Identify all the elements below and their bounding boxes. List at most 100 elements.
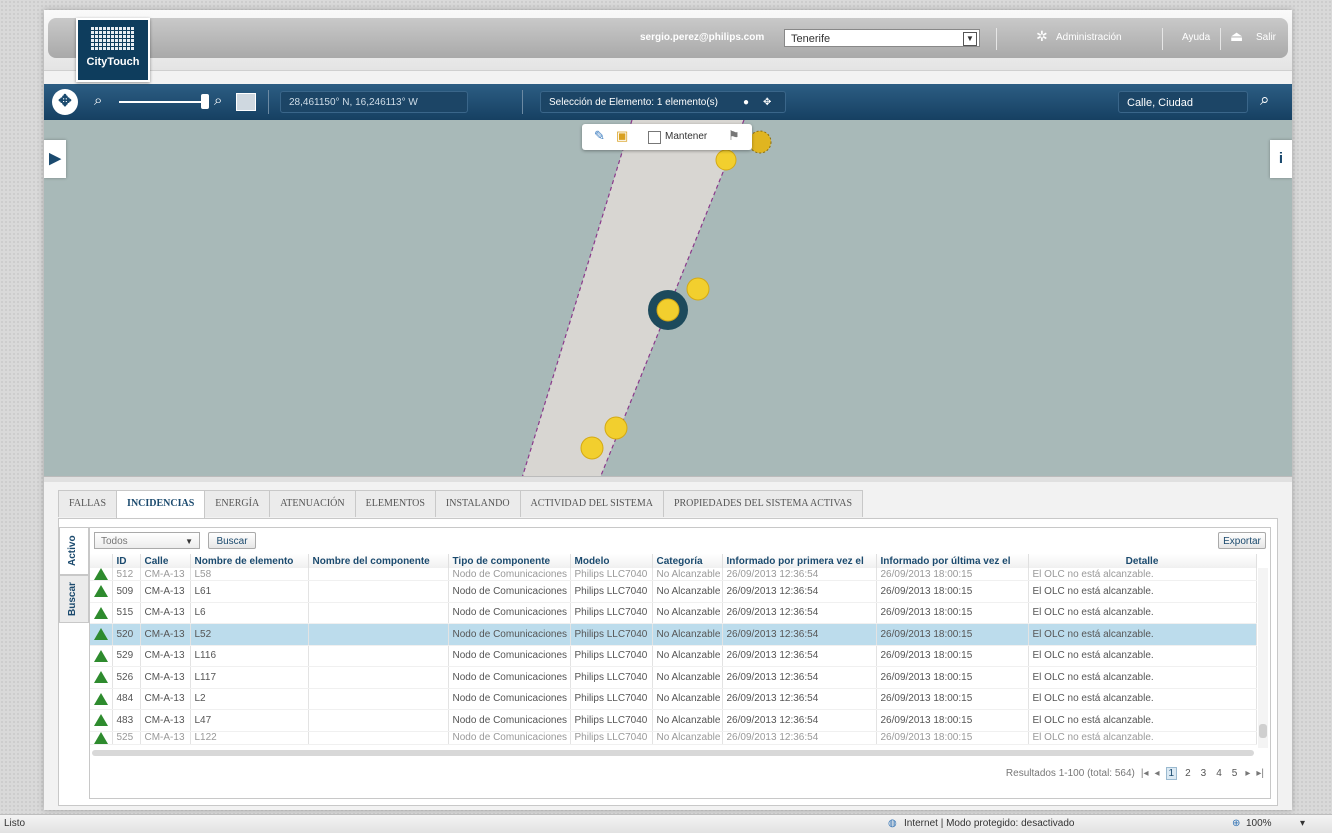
table-cell: 26/09/2013 18:00:15 [876,623,1029,646]
expand-left-panel-button[interactable]: ▶ [44,140,66,178]
zoom-out-icon[interactable]: ⌕ [94,92,102,109]
luminaire-marker[interactable] [686,277,710,301]
map-canvas[interactable]: ▶ i ✎ ▣ Mantener ⚑ [44,120,1292,478]
page-2[interactable]: 2 [1183,768,1193,779]
table-body: 512 CM-A-13 L58 Nodo de Comunicaciones Phili… [90,568,1257,745]
info-panel-button[interactable]: i [1270,140,1292,178]
vertical-scrollbar[interactable] [1258,568,1268,748]
tab-atenuacion[interactable]: ATENUACIÓN [269,490,356,517]
col-header-ultima-vez[interactable]: Informado por última vez el [876,554,1029,568]
export-button[interactable]: Exportar [1218,532,1266,549]
col-header-calle[interactable]: Calle [140,554,191,568]
status-text: Listo [4,818,26,829]
warning-icon [94,731,108,743]
zoom-slider[interactable] [119,101,201,103]
zoom-slider-handle[interactable] [201,94,209,109]
luminaire-marker[interactable] [715,149,737,171]
prev-page-icon[interactable]: ◂ [1155,768,1160,779]
table-cell [308,623,449,646]
table-row[interactable]: 483 CM-A-13 L47 Nodo de Comunicaciones Phili… [90,709,1257,732]
filter-select[interactable]: Todos ▼ [94,532,200,549]
page-1[interactable]: 1 [1165,766,1178,780]
status-icon-cell [90,645,113,667]
security-zone[interactable]: Internet | Modo protegido: desactivado [904,818,1074,829]
zoom-in-icon[interactable]: ⌕ [214,92,222,109]
luminaire-marker[interactable] [604,416,628,440]
table-cell: No Alcanzable [652,709,723,732]
table-cell: CM-A-13 [140,568,191,581]
table-row[interactable]: 529 CM-A-13 L116 Nodo de Comunicaciones Phil… [90,645,1257,667]
admin-link[interactable]: Administración [1056,32,1122,43]
selection-move-icon[interactable]: ✥ [763,92,771,114]
scrollbar-thumb[interactable] [1259,724,1267,738]
col-header-id[interactable]: ID [112,554,141,568]
table-cell: Nodo de Comunicaciones [448,731,571,745]
table-cell [308,731,449,745]
tab-propiedades-del-sistema[interactable]: PROPIEDADES DEL SISTEMA ACTIVAS [662,490,864,517]
last-page-icon[interactable]: ▸| [1256,768,1264,779]
table-row[interactable]: 509 CM-A-13 L61 Nodo de Comunicaciones Phili… [90,580,1257,603]
page-3[interactable]: 3 [1199,768,1209,779]
horizontal-scrollbar[interactable] [92,750,1254,756]
tab-fallas[interactable]: FALLAS [58,490,118,517]
tab-actividad-del-sistema[interactable]: ACTIVIDAD DEL SISTEMA [519,490,664,517]
selection-dot-icon[interactable]: ● [743,92,749,114]
area-select-icon[interactable]: ▣ [616,128,628,144]
table-cell: 512 [112,568,141,581]
map-layer-icon[interactable] [236,93,256,111]
luminaire-marker[interactable] [580,436,604,460]
zoom-level[interactable]: 100% [1246,818,1272,829]
tab-incidencias[interactable]: INCIDENCIAS [116,490,206,518]
help-link[interactable]: Ayuda [1182,32,1210,43]
col-header-categoria[interactable]: Categoría [652,554,723,568]
page-4[interactable]: 4 [1214,768,1224,779]
table-cell: El OLC no está alcanzable. [1028,666,1257,689]
logout-icon[interactable]: ⏏ [1230,28,1243,45]
page-5[interactable]: 5 [1230,768,1240,779]
flag-icon[interactable]: ⚑ [728,128,740,144]
table-cell: L58 [190,568,309,581]
status-icon-cell [90,623,113,646]
table-row[interactable]: 526 CM-A-13 L117 Nodo de Comunicaciones Phil… [90,666,1257,689]
pan-control-icon[interactable]: ✥ [52,89,78,115]
address-search-input[interactable]: Calle, Ciudad [1118,91,1248,113]
col-header-primera-vez[interactable]: Informado por primera vez el [722,554,877,568]
table-cell: Philips LLC7040 [570,688,653,710]
side-tab-activo[interactable]: Activo [59,527,89,575]
table-cell: Nodo de Comunicaciones [448,623,571,646]
chevron-down-icon[interactable]: ▼ [963,32,977,46]
table-cell: 529 [112,645,141,667]
map-svg [521,120,772,478]
table-row[interactable]: 515 CM-A-13 L6 Nodo de Comunicaciones Philip… [90,602,1257,624]
citytouch-logo[interactable]: CityTouch [76,18,150,82]
table-cell: No Alcanzable [652,645,723,667]
keep-checkbox[interactable] [648,131,661,144]
selected-luminaire-marker[interactable] [656,298,680,322]
tab-elementos[interactable]: ELEMENTOS [354,490,436,517]
chevron-down-icon[interactable]: ▾ [1300,818,1305,829]
side-tab-buscar[interactable]: Buscar [59,575,89,623]
table-row[interactable]: 484 CM-A-13 L2 Nodo de Comunicaciones Philip… [90,688,1257,710]
col-header-tipo-componente[interactable]: Tipo de componente [448,554,571,568]
search-button[interactable]: Buscar [208,532,256,549]
next-page-icon[interactable]: ▸ [1245,768,1250,779]
table-cell: El OLC no está alcanzable. [1028,645,1257,667]
map-toolbar: ✥ ⌕ ⌕ 28,461150° N, 16,246113° W Selecci… [44,84,1292,120]
gear-icon[interactable]: ✲ [1036,28,1048,45]
search-icon[interactable]: ⌕ [1260,90,1270,110]
luminaire-marker[interactable] [748,130,772,154]
select-tool-icon[interactable]: ✎ [594,128,605,144]
col-header-nombre-componente[interactable]: Nombre del componente [308,554,449,568]
table-cell: Philips LLC7040 [570,645,653,667]
tab-energia[interactable]: ENERGÍA [204,490,271,517]
logout-link[interactable]: Salir [1256,32,1276,43]
table-row-partial[interactable]: 525 CM-A-13 L122 Nodo de Comunicaciones Phil… [90,731,1257,745]
table-row[interactable]: 520 CM-A-13 L52 Nodo de Comunicaciones Phili… [90,623,1257,646]
col-header-detalle[interactable]: Detalle [1028,554,1257,568]
col-header-modelo[interactable]: Modelo [570,554,653,568]
table-row-partial[interactable]: 512 CM-A-13 L58 Nodo de Comunicaciones Phili… [90,568,1257,581]
first-page-icon[interactable]: |◂ [1141,768,1149,779]
region-select[interactable]: Tenerife ▼ [784,29,980,47]
tab-instalando[interactable]: INSTALANDO [434,490,521,517]
col-header-nombre-elemento[interactable]: Nombre de elemento [190,554,309,568]
